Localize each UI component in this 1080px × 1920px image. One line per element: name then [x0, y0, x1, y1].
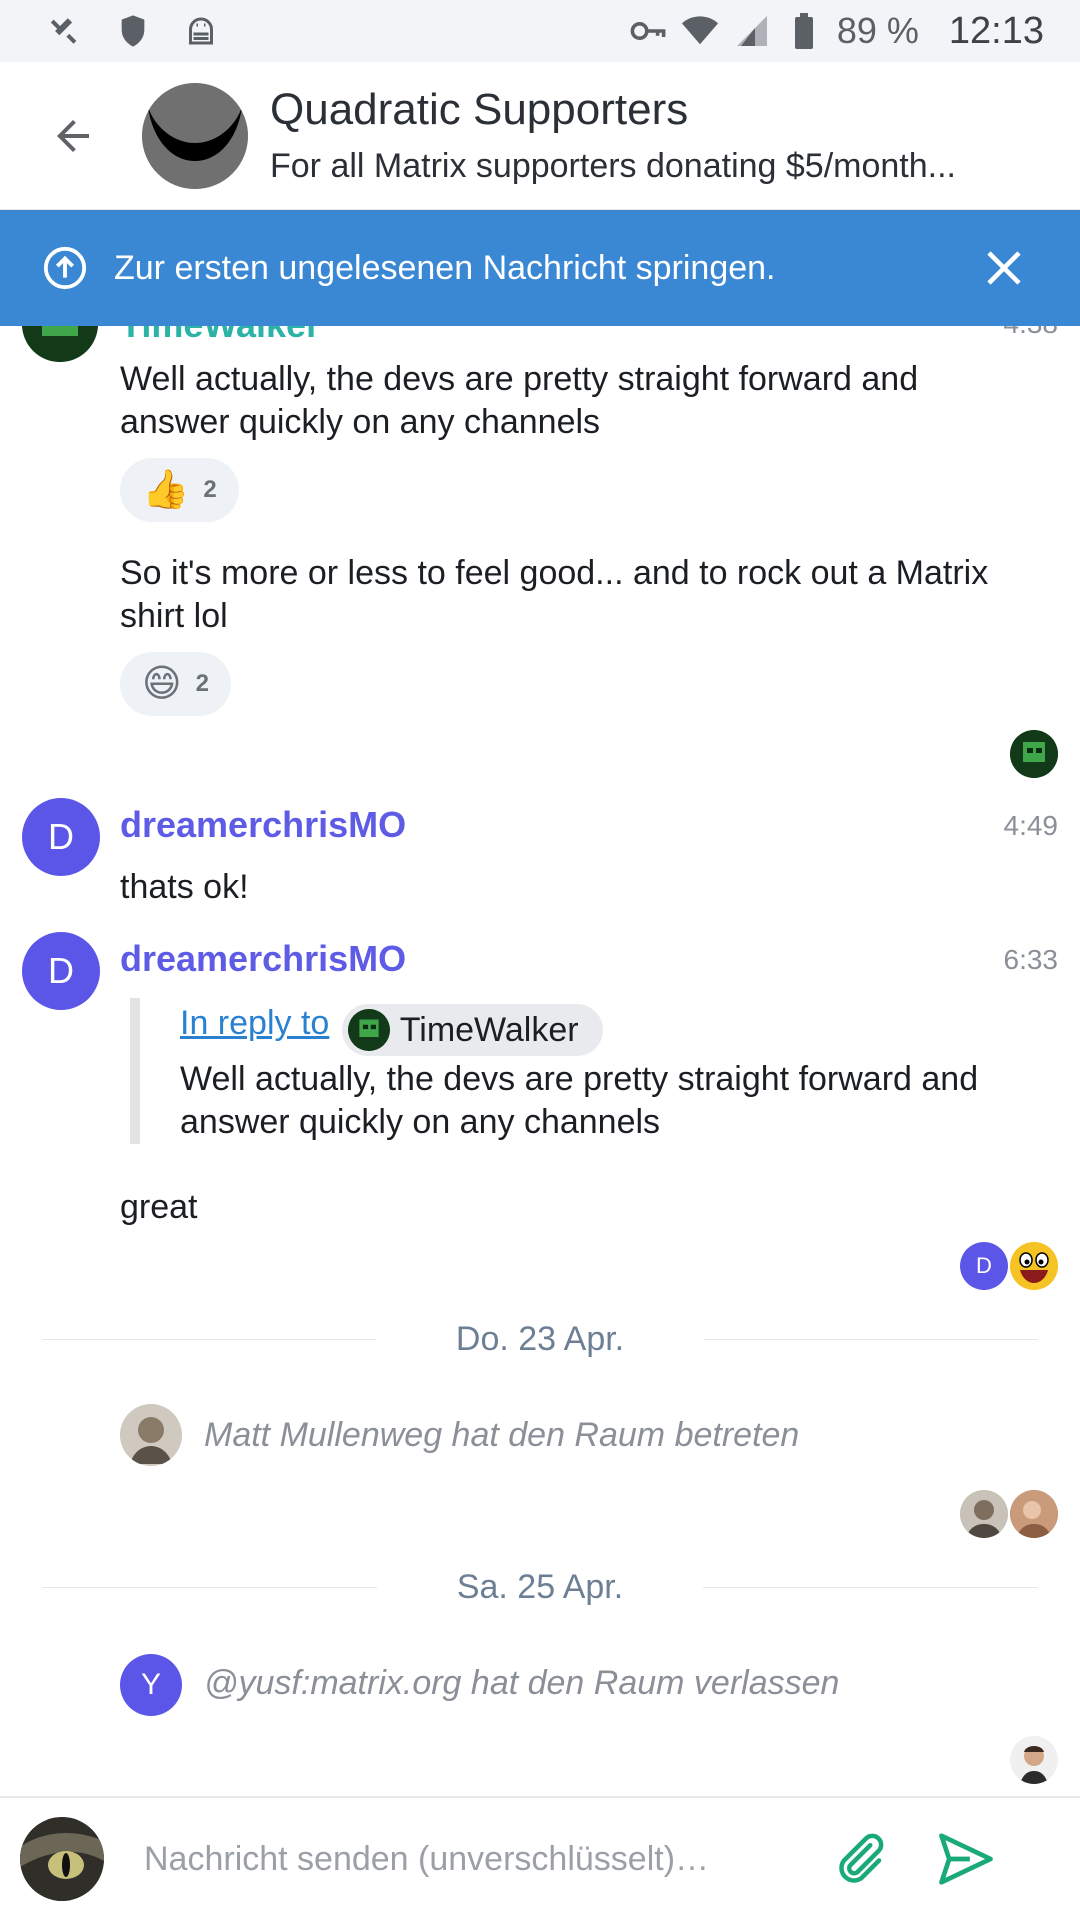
reaction-count: 2: [203, 476, 217, 503]
jump-banner-text[interactable]: Zur ersten ungelesenen Nachricht springe…: [114, 249, 776, 288]
reply-quote-text: Well actually, the devs are pretty strai…: [180, 1060, 979, 1141]
own-avatar[interactable]: [20, 1817, 104, 1901]
thumbs-up-icon: 👍: [142, 469, 190, 511]
tools-icon: [46, 12, 84, 50]
jump-to-unread-banner[interactable]: Zur ersten ungelesenen Nachricht springe…: [0, 210, 1080, 326]
close-banner-button[interactable]: [976, 240, 1032, 296]
date-label: Sa. 25 Apr.: [456, 1568, 624, 1606]
paperclip-icon: [839, 1833, 884, 1883]
room-avatar[interactable]: [142, 82, 248, 189]
timestamp: 6:33: [1003, 944, 1059, 975]
message-body[interactable]: So it's more or less to feel good... and…: [120, 552, 1060, 638]
laughing-face-icon: [1010, 1242, 1058, 1290]
back-button[interactable]: [18, 81, 128, 191]
date-label: Do. 23 Apr.: [455, 1320, 625, 1358]
date-separator: Do. 23 Apr.: [42, 1320, 1039, 1359]
avatar[interactable]: D: [22, 798, 100, 876]
read-receipt-avatar[interactable]: [960, 1490, 1008, 1538]
send-icon: [939, 1833, 993, 1885]
message-timeline[interactable]: TimeWalker 4:38 Well actually, the devs …: [0, 326, 1080, 1796]
membership-event[interactable]: Matt Mullenweg hat den Raum betreten: [204, 1416, 799, 1455]
avatar[interactable]: D: [22, 932, 100, 1010]
read-receipt-avatar[interactable]: D: [960, 1242, 1008, 1290]
android-debug-icon: [182, 12, 220, 50]
battery-percent: 89 %: [836, 10, 919, 51]
attach-button[interactable]: [824, 1824, 894, 1894]
timestamp: 4:49: [1003, 810, 1059, 841]
read-receipt-avatar[interactable]: [1010, 1490, 1058, 1538]
read-receipt-avatar[interactable]: [1010, 1242, 1058, 1290]
in-reply-to-link[interactable]: In reply to: [180, 1004, 329, 1042]
message-body[interactable]: thats ok!: [120, 866, 249, 909]
grinning-face-icon: 😄: [142, 663, 182, 705]
reply-quote[interactable]: In reply to TimeWalker Well actually, th…: [130, 998, 1040, 1144]
read-receipt-avatar[interactable]: [1010, 1736, 1058, 1784]
message-body[interactable]: great: [120, 1186, 198, 1229]
reaction-count: 2: [195, 670, 209, 697]
send-button[interactable]: [928, 1821, 1004, 1897]
date-separator: Sa. 25 Apr.: [42, 1568, 1039, 1607]
key-icon: [629, 12, 667, 50]
status-bar: 89 % 12:13: [0, 0, 1080, 62]
avatar[interactable]: [120, 1404, 182, 1466]
avatar: [347, 1009, 390, 1051]
sender-name[interactable]: dreamerchrisMO: [120, 804, 406, 846]
user-pill[interactable]: TimeWalker: [341, 1004, 603, 1056]
reaction-chip[interactable]: 😄 2: [120, 652, 231, 716]
close-icon: [987, 251, 1021, 285]
sender-name[interactable]: TimeWalker: [120, 326, 320, 346]
shield-icon: [114, 12, 152, 50]
message-body[interactable]: Well actually, the devs are pretty strai…: [120, 358, 1020, 444]
user-pill-name: TimeWalker: [399, 1010, 579, 1049]
battery-icon: [785, 12, 823, 50]
timestamp: 4:38: [1004, 326, 1059, 340]
reaction-chip[interactable]: 👍 2: [120, 458, 239, 522]
room-topic[interactable]: For all Matrix supporters donating $5/mo…: [270, 147, 1040, 186]
read-receipt-avatar[interactable]: [1010, 730, 1058, 778]
arrow-up-circle-icon: [43, 246, 87, 290]
membership-event[interactable]: @yusf:matrix.org hat den Raum verlassen: [204, 1664, 839, 1703]
message-input[interactable]: [144, 1839, 824, 1879]
message-composer: [0, 1796, 1080, 1920]
cell-signal-icon: [733, 12, 771, 50]
avatar[interactable]: Y: [120, 1654, 182, 1716]
wifi-icon: [681, 12, 719, 50]
room-header: Quadratic Supporters For all Matrix supp…: [0, 62, 1080, 210]
sender-name[interactable]: dreamerchrisMO: [120, 938, 406, 980]
clock: 12:13: [948, 9, 1044, 52]
arrow-left-icon: [57, 119, 89, 152]
avatar[interactable]: [22, 326, 98, 362]
room-title[interactable]: Quadratic Supporters: [270, 85, 1070, 135]
